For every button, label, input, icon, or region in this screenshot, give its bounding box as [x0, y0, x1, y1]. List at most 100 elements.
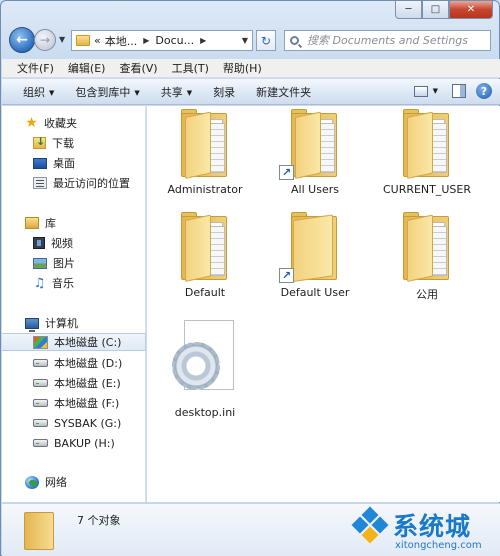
search-box[interactable]	[284, 30, 491, 51]
nav-desktop[interactable]: 桌面	[2, 154, 146, 172]
nav-favorites[interactable]: ★ 收藏夹	[2, 114, 146, 132]
watermark-brand: 系统城	[393, 512, 472, 541]
nav-recent-places[interactable]: 最近访问的位置	[2, 174, 146, 192]
item-count: 7 个对象	[77, 514, 121, 527]
windows-drive-icon	[33, 335, 48, 349]
nav-label: SYSBAK (G:)	[54, 416, 122, 430]
nav-label: 下载	[52, 137, 74, 150]
nav-downloads[interactable]: 下载	[2, 134, 146, 152]
menu-file[interactable]: 文件(F)	[2, 60, 61, 76]
help-icon[interactable]: ?	[476, 83, 492, 99]
file-item[interactable]: desktop.ini	[150, 320, 260, 419]
folder-icon	[179, 212, 231, 282]
watermark-url: xitongcheng.com	[395, 540, 482, 551]
nav-videos[interactable]: 视频	[2, 234, 146, 252]
hard-drive-icon	[33, 399, 48, 407]
nav-music[interactable]: ♫ 音乐	[2, 274, 146, 292]
library-icon	[25, 217, 39, 229]
close-icon: ✕	[466, 4, 476, 15]
shortcut-arrow-icon: ↗	[279, 165, 294, 180]
back-button[interactable]: ←	[9, 27, 35, 53]
desktop-icon	[33, 157, 47, 169]
computer-icon	[25, 317, 39, 332]
breadcrumb-local-disk[interactable]: 本地...	[105, 33, 138, 49]
nav-drive-g[interactable]: SYSBAK (G:)	[2, 414, 146, 432]
forward-button[interactable]: →	[34, 29, 56, 51]
refresh-button[interactable]: ↻	[256, 30, 276, 51]
folder-item[interactable]: 公用	[372, 212, 482, 302]
hard-drive-icon	[33, 419, 48, 427]
nav-label: 库	[45, 217, 56, 230]
nav-network[interactable]: 网络	[2, 473, 146, 491]
address-dropdown-icon[interactable]: ▼	[242, 36, 248, 45]
folder-icon: ↗	[279, 109, 341, 180]
menu-bar: 文件(F) 编辑(E) 查看(V) 工具(T) 帮助(H)	[2, 59, 500, 78]
address-prefix[interactable]: «	[94, 34, 101, 47]
hard-drive-icon	[33, 439, 48, 447]
nav-libraries[interactable]: 库	[2, 214, 146, 232]
minimize-button[interactable]: ─	[395, 1, 422, 19]
folder-icon: ↗	[279, 212, 341, 283]
item-name: Default User	[280, 286, 350, 299]
menu-edit[interactable]: 编辑(E)	[61, 60, 113, 76]
menu-view[interactable]: 查看(V)	[112, 60, 164, 76]
include-in-library-button[interactable]: 包含到库中 ▼	[75, 84, 139, 100]
nav-label: 音乐	[52, 277, 74, 290]
download-folder-icon	[33, 135, 46, 149]
view-dropdown-icon[interactable]: ▼	[433, 87, 438, 95]
preview-pane-icon[interactable]	[452, 84, 466, 98]
search-input[interactable]	[307, 34, 487, 47]
dropdown-arrow-icon: ▼	[186, 88, 193, 97]
folder-item[interactable]: ↗ All Users	[260, 109, 370, 196]
brand-logo-icon	[349, 506, 391, 544]
watermark: 系统城 xitongcheng.com	[349, 506, 499, 555]
recent-pages-dropdown[interactable]: ▼	[59, 35, 65, 44]
folder-icon	[24, 512, 54, 550]
maximize-button[interactable]: □	[422, 1, 449, 19]
minimize-icon: ─	[405, 4, 412, 15]
video-icon	[33, 237, 45, 249]
item-name: All Users	[291, 183, 339, 196]
burn-button[interactable]: 刻录	[213, 84, 235, 100]
organize-label: 组织	[23, 85, 45, 99]
navigation-pane: ★ 收藏夹 下载 桌面 最近访问的位置 库 视频 图片 ♫ 音乐 计算机 本地磁盘 …	[2, 106, 146, 502]
nav-drive-c[interactable]: 本地磁盘 (C:)	[2, 333, 146, 351]
close-button[interactable]: ✕	[449, 1, 493, 19]
pictures-icon	[33, 257, 47, 269]
include-library-label: 包含到库中	[75, 85, 131, 99]
breadcrumb-documents[interactable]: Docu...	[155, 34, 194, 47]
maximize-icon: □	[430, 4, 441, 15]
change-view-icon[interactable]	[413, 85, 428, 97]
share-button[interactable]: 共享 ▼	[161, 84, 192, 100]
folder-item[interactable]: CURRENT_USER	[372, 109, 482, 196]
nav-drive-h[interactable]: BAKUP (H:)	[2, 434, 146, 452]
nav-drive-e[interactable]: 本地磁盘 (E:)	[2, 374, 146, 392]
recent-places-icon	[33, 177, 47, 189]
folder-icon	[76, 35, 90, 46]
folder-item[interactable]: Administrator	[150, 109, 260, 196]
nav-drive-d[interactable]: 本地磁盘 (D:)	[2, 354, 146, 372]
nav-label: 网络	[45, 476, 67, 489]
nav-label: 图片	[53, 257, 75, 270]
refresh-icon: ↻	[260, 33, 272, 48]
address-bar[interactable]: « 本地... ▶ Docu... ▶ ▼	[71, 30, 253, 51]
view-controls: ▼ ?	[413, 83, 492, 99]
folder-item[interactable]: ↗ Default User	[260, 212, 370, 299]
nav-label: 本地磁盘 (C:)	[54, 336, 122, 349]
item-name: Administrator	[167, 183, 243, 196]
organize-button[interactable]: 组织 ▼	[23, 84, 54, 100]
share-label: 共享	[160, 85, 183, 99]
new-folder-button[interactable]: 新建文件夹	[256, 84, 311, 100]
dropdown-arrow-icon: ▼	[134, 88, 140, 97]
nav-label: 本地磁盘 (F:)	[54, 397, 120, 410]
menu-help[interactable]: 帮助(H)	[216, 60, 269, 76]
breadcrumb-chevron-icon[interactable]: ▶	[200, 36, 206, 45]
nav-pictures[interactable]: 图片	[2, 254, 146, 272]
menu-tools[interactable]: 工具(T)	[165, 60, 216, 76]
nav-label: 本地磁盘 (D:)	[54, 357, 123, 370]
breadcrumb-chevron-icon[interactable]: ▶	[143, 36, 149, 45]
nav-computer[interactable]: 计算机	[2, 314, 146, 332]
nav-drive-f[interactable]: 本地磁盘 (F:)	[2, 394, 146, 412]
folder-icon	[401, 212, 453, 282]
folder-item[interactable]: Default	[150, 212, 260, 299]
